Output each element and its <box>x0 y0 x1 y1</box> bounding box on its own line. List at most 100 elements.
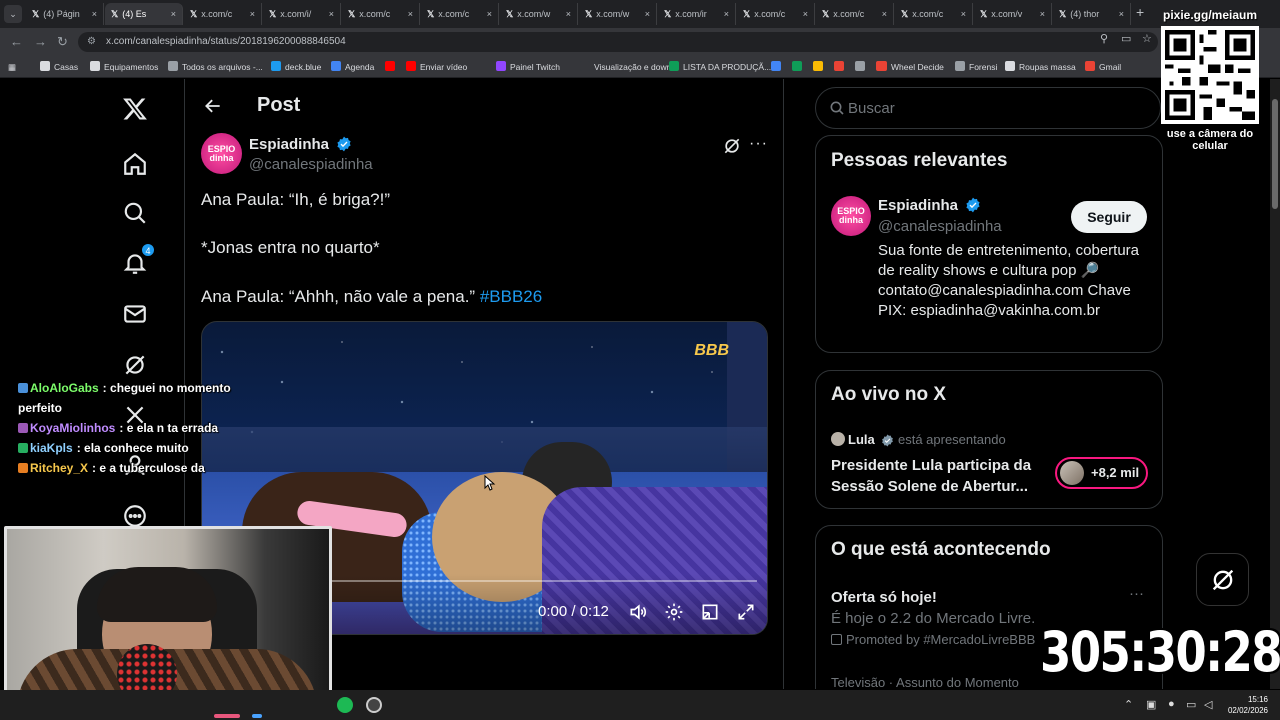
browser-tab[interactable]: 𝕏 (4) Págin × <box>26 3 104 25</box>
spotify-icon[interactable] <box>337 697 353 713</box>
browser-tab[interactable]: 𝕏x.com/c × <box>895 3 973 25</box>
tab-search-button[interactable]: ⌄ <box>4 5 22 23</box>
mic-icon[interactable]: ● <box>1168 698 1175 710</box>
taskbar-app-indicator[interactable] <box>252 714 262 718</box>
close-tab-icon[interactable]: × <box>1119 3 1124 25</box>
fullscreen-icon[interactable] <box>736 602 756 622</box>
browser-tab[interactable]: 𝕏x.com/c × <box>421 3 499 25</box>
tray-app-icon[interactable]: ▣ <box>1146 698 1156 711</box>
close-tab-icon[interactable]: × <box>1040 3 1045 25</box>
close-tab-icon[interactable]: × <box>92 3 97 25</box>
bookmark-favicon-icon[interactable] <box>876 60 890 74</box>
cast-icon[interactable]: ▭ <box>1121 32 1131 45</box>
close-tab-icon[interactable]: × <box>803 3 808 25</box>
bookmark-item[interactable]: deck.blue <box>271 60 321 74</box>
bookmark-favicon-icon[interactable] <box>792 60 806 74</box>
reload-button[interactable]: ↻ <box>57 34 68 50</box>
notifications-icon[interactable]: 4 <box>121 243 155 277</box>
browser-tab[interactable]: 𝕏x.com/w × <box>579 3 657 25</box>
browser-tab[interactable]: 𝕏x.com/c × <box>737 3 815 25</box>
browser-tab[interactable]: 𝕏x.com/w × <box>500 3 578 25</box>
network-icon[interactable]: ▭ <box>1186 698 1196 711</box>
grok-icon[interactable] <box>121 351 149 379</box>
taskbar-app-icon[interactable] <box>366 697 382 713</box>
trend-more-icon[interactable]: ··· <box>1129 585 1144 602</box>
chat-badge-icon <box>18 383 28 393</box>
back-arrow-icon[interactable] <box>203 96 223 116</box>
forward-button[interactable]: → <box>34 34 47 49</box>
site-info-icon[interactable]: ⚙ <box>87 32 96 52</box>
bookmark-item[interactable]: Visualização e down... <box>580 60 678 74</box>
grok-explain-icon[interactable] <box>722 136 742 156</box>
bookmark-item[interactable]: Todos os arquivos -... <box>168 60 263 74</box>
page-scrollbar[interactable] <box>1270 79 1280 689</box>
home-icon[interactable] <box>121 150 149 178</box>
close-tab-icon[interactable]: × <box>250 3 255 25</box>
bookmark-item[interactable]: Gmail <box>1085 60 1121 74</box>
grok-floating-button[interactable] <box>1196 553 1249 606</box>
search-box[interactable] <box>815 87 1161 129</box>
scrollbar-thumb[interactable] <box>1272 99 1278 209</box>
x-logo-icon[interactable] <box>121 95 149 123</box>
close-tab-icon[interactable]: × <box>171 3 176 25</box>
browser-tab[interactable]: 𝕏x.com/c × <box>816 3 894 25</box>
bookmark-favicon-icon[interactable] <box>855 60 869 74</box>
bookmark-item[interactable]: Enviar vídeo <box>406 60 467 74</box>
relevant-handle[interactable]: @canalespiadinha <box>878 218 1002 235</box>
follow-button[interactable]: Seguir <box>1071 201 1147 233</box>
tray-chevron-icon[interactable]: ⌃ <box>1124 698 1133 711</box>
more-options-icon[interactable]: ··· <box>749 135 768 153</box>
relevant-avatar[interactable]: ESPIO dinha <box>831 196 871 236</box>
bookmark-item[interactable]: LISTA DA PRODUÇÃ... <box>669 60 771 74</box>
bookmark-favicon-icon[interactable] <box>834 60 848 74</box>
bookmark-favicon-icon[interactable] <box>771 60 785 74</box>
bookmark-item[interactable]: Equipamentos <box>90 60 158 74</box>
trend-item-title[interactable]: Oferta só hoje! <box>831 589 937 606</box>
bookmark-item[interactable]: Agenda <box>331 60 374 74</box>
relevant-name[interactable]: Espiadinha <box>878 197 981 214</box>
search-input[interactable] <box>848 98 1148 118</box>
bookmark-item[interactable]: Painel Twitch <box>496 60 560 74</box>
bookmark-favicon-icon[interactable] <box>813 60 827 74</box>
author-name[interactable]: Espiadinha <box>249 136 352 153</box>
volume-tray-icon[interactable]: ◁ <box>1204 698 1212 711</box>
close-tab-icon[interactable]: × <box>487 3 492 25</box>
close-tab-icon[interactable]: × <box>329 3 334 25</box>
bookmark-star-icon[interactable]: ☆ <box>1142 32 1152 45</box>
back-button[interactable]: ← <box>10 34 23 49</box>
browser-tab[interactable]: 𝕏 (4) thor × <box>1053 3 1131 25</box>
browser-tab[interactable]: 𝕏x.com/c × <box>342 3 420 25</box>
apps-icon[interactable]: ▦ <box>8 60 16 74</box>
bookmark-item[interactable]: Forensi <box>955 60 997 74</box>
messages-icon[interactable] <box>121 300 149 328</box>
volume-icon[interactable] <box>628 602 648 622</box>
close-tab-icon[interactable]: × <box>724 3 729 25</box>
explore-icon[interactable] <box>121 199 149 227</box>
live-listeners-pill[interactable]: +8,2 mil <box>1055 457 1148 489</box>
browser-tab[interactable]: 𝕏x.com/v × <box>974 3 1052 25</box>
author-handle[interactable]: @canalespiadinha <box>249 156 373 173</box>
system-clock[interactable]: 15:16 02/02/2026 <box>1222 694 1268 716</box>
close-tab-icon[interactable]: × <box>408 3 413 25</box>
address-bar[interactable]: ⚙ x.com/canalespiadinha/status/201819620… <box>78 32 1158 52</box>
zoom-icon[interactable]: ⚲ <box>1100 32 1108 45</box>
bookmark-item[interactable]: Roupas massa <box>1005 60 1076 74</box>
browser-tab[interactable]: 𝕏x.com/ir × <box>658 3 736 25</box>
close-tab-icon[interactable]: × <box>645 3 650 25</box>
settings-gear-icon[interactable] <box>664 602 684 622</box>
author-avatar[interactable]: ESPIO dinha <box>201 133 242 174</box>
hashtag-link[interactable]: #BBB26 <box>480 287 542 306</box>
close-tab-icon[interactable]: × <box>882 3 887 25</box>
bookmark-item[interactable]: Casas <box>40 60 78 74</box>
bookmark-item[interactable] <box>385 60 399 74</box>
browser-tab[interactable]: 𝕏x.com/c × <box>184 3 262 25</box>
live-host[interactable]: Lula está apresentando <box>831 432 1006 447</box>
browser-tab[interactable]: 𝕏 (4) Es × <box>105 3 183 25</box>
picture-in-picture-icon[interactable] <box>700 602 720 622</box>
close-tab-icon[interactable]: × <box>566 3 571 25</box>
browser-tab[interactable]: 𝕏x.com/i/ × <box>263 3 341 25</box>
close-tab-icon[interactable]: × <box>961 3 966 25</box>
new-tab-button[interactable]: + <box>1136 4 1144 20</box>
live-event-title[interactable]: Presidente Lula participa da Sessão Sole… <box>831 455 1046 497</box>
taskbar-app-indicator[interactable] <box>214 714 240 718</box>
